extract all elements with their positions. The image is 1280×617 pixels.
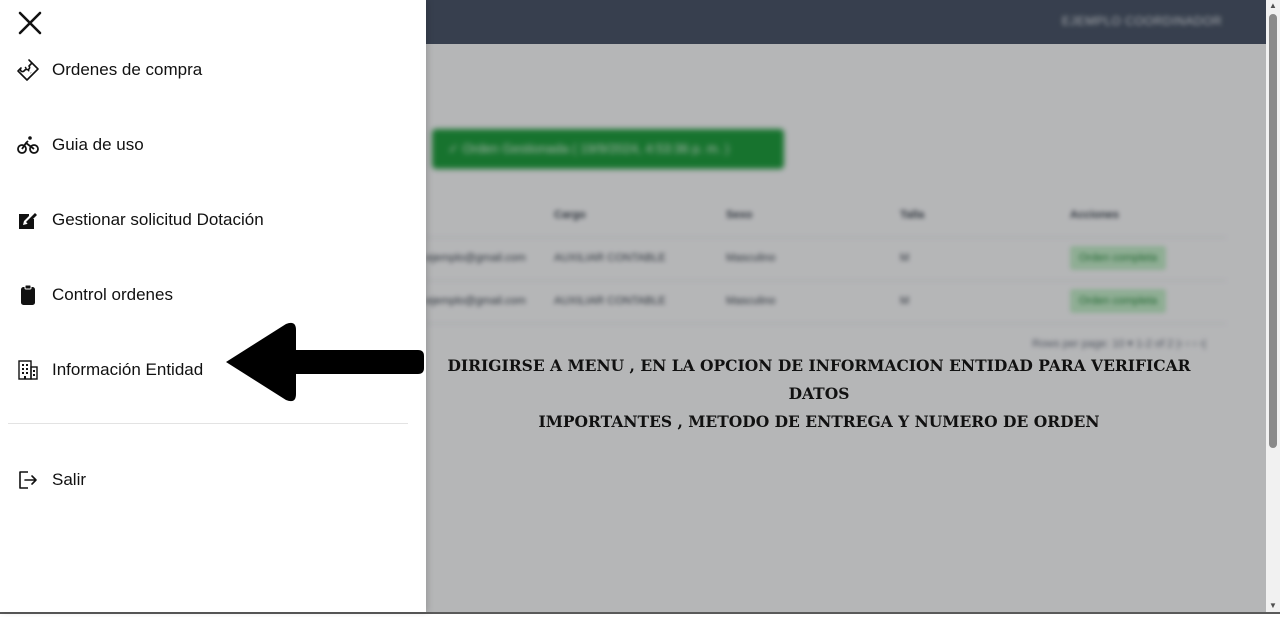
menu-item-label: Salir [52, 470, 87, 489]
scrollbar-thumb[interactable] [1269, 14, 1277, 448]
menu-item-label: Control ordenes [52, 285, 173, 304]
menu-item-salir[interactable]: Salir [0, 460, 420, 500]
building-icon [16, 358, 40, 382]
menu-item-label: Gestionar solicitud Dotación [52, 210, 264, 229]
annotation-line: IMPORTANTES , METODO DE ENTREGA Y NUMERO… [538, 412, 1100, 431]
ticket-icon [16, 58, 40, 82]
menu-item-control-ordenes[interactable]: Control ordenes [0, 275, 420, 315]
close-icon[interactable] [16, 9, 44, 37]
menu-item-gestionar-solicitud[interactable]: Gestionar solicitud Dotación [0, 200, 420, 240]
instruction-annotation: DIRIGIRSE A MENU , EN LA OPCION DE INFOR… [426, 352, 1212, 436]
scrollbar[interactable]: ▲ ▼ [1266, 0, 1280, 612]
menu-item-label: Guia de uso [52, 135, 144, 154]
window-bottom-border [0, 612, 1280, 614]
logout-icon [16, 468, 40, 492]
clipboard-icon [16, 283, 40, 307]
bike-icon [16, 133, 40, 157]
edit-icon [16, 208, 40, 232]
menu-item-ordenes-compra[interactable]: Ordenes de compra [0, 50, 420, 90]
menu-item-guia-uso[interactable]: Guia de uso [0, 125, 420, 165]
annotation-line: DIRIGIRSE A MENU , EN LA OPCION DE INFOR… [447, 356, 1191, 403]
scroll-down-arrow-icon[interactable]: ▼ [1268, 601, 1278, 611]
pointer-arrow-icon [226, 322, 424, 402]
menu-item-label: Información Entidad [52, 360, 204, 379]
scroll-up-arrow-icon[interactable]: ▲ [1268, 1, 1278, 11]
navigation-drawer: Ordenes de compra Guia de uso Gestionar … [0, 0, 426, 612]
menu-divider [8, 423, 408, 424]
menu-item-label: Ordenes de compra [52, 60, 203, 79]
